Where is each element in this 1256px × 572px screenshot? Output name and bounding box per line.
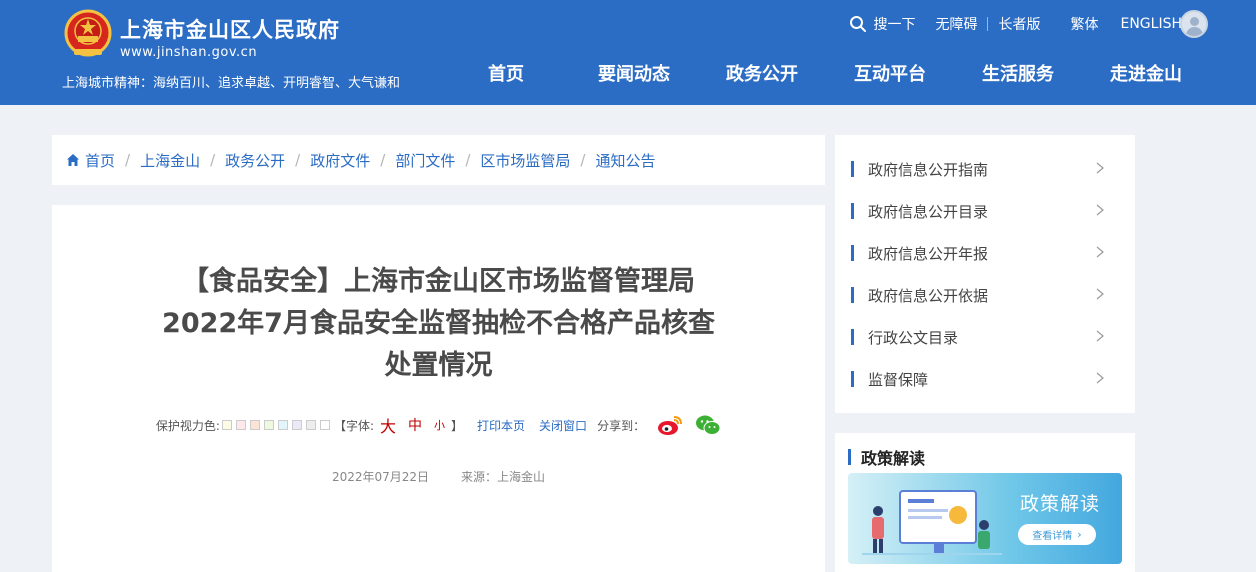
eye-care-swatch[interactable] [291, 420, 302, 430]
accent-bar [851, 287, 854, 303]
accent-bar [851, 245, 854, 261]
eye-care-swatches [221, 420, 330, 430]
sidebar-item-label: 监督保障 [868, 370, 929, 389]
breadcrumb-shanghai-jinshan[interactable]: 上海金山 [140, 150, 200, 171]
search-link[interactable]: 搜一下 [849, 14, 915, 34]
policy-illustration [862, 490, 1002, 555]
print-page-link[interactable]: 打印本页 [477, 417, 525, 434]
sidebar-item-label: 行政公文目录 [868, 328, 959, 347]
arrow-right-icon: › [1077, 528, 1082, 541]
policy-interpretation-banner[interactable]: 政策解读 查看详情 › [848, 473, 1122, 564]
nav-government-affairs[interactable]: 政务公开 [698, 60, 826, 86]
english-link[interactable]: ENGLISH [1120, 16, 1182, 32]
accent-bar [851, 371, 854, 387]
nav-life-services[interactable]: 生活服务 [954, 60, 1082, 86]
font-size-open: 【字体: [333, 418, 374, 433]
sidebar-item-label: 政府信息公开年报 [868, 244, 989, 263]
eye-care-swatch[interactable] [277, 420, 288, 430]
breadcrumb: 首页 / 上海金山 / 政务公开 / 政府文件 / 部门文件 / 区市场监管局 … [52, 135, 825, 185]
banner-title: 政策解读 [1020, 493, 1101, 515]
eye-care-swatch[interactable] [319, 420, 330, 430]
breadcrumb-government-affairs[interactable]: 政务公开 [225, 150, 285, 171]
chevron-right-icon [1096, 162, 1104, 174]
view-details-button[interactable]: 查看详情 › [1018, 524, 1096, 545]
elder-version-link[interactable]: 长者版 [998, 14, 1040, 34]
sidebar-item-label: 政府信息公开指南 [868, 160, 989, 179]
nav-interaction[interactable]: 互动平台 [826, 60, 954, 86]
breadcrumb-government-documents[interactable]: 政府文件 [310, 150, 370, 171]
breadcrumb-department-documents[interactable]: 部门文件 [395, 150, 455, 171]
accent-bar [848, 449, 851, 465]
search-link-label: 搜一下 [873, 17, 916, 33]
font-size-close: 】 [451, 418, 464, 433]
close-window-link[interactable]: 关闭窗口 [539, 417, 587, 434]
sidebar-item-disclosure-guide[interactable]: 政府信息公开指南 [835, 148, 1135, 190]
accent-bar [851, 161, 854, 177]
nav-news[interactable]: 要闻动态 [570, 60, 698, 86]
sidebar-item-official-documents[interactable]: 行政公文目录 [835, 316, 1135, 358]
search-icon [850, 16, 867, 32]
national-emblem-icon[interactable] [64, 9, 112, 59]
weibo-icon[interactable] [657, 414, 683, 436]
chevron-right-icon [1096, 288, 1104, 300]
chevron-right-icon [1096, 330, 1104, 342]
article-panel: 【食品安全】上海市金山区市场监督管理局2022年7月食品安全监督抽检不合格产品核… [52, 205, 825, 572]
view-details-label: 查看详情 [1032, 531, 1073, 542]
breadcrumb-separator: / [125, 151, 131, 169]
chevron-right-icon [1096, 372, 1104, 384]
eye-care-label: 保护视力色: [155, 418, 220, 433]
eye-care-swatch[interactable] [305, 420, 316, 430]
chevron-right-icon [1096, 246, 1104, 258]
traditional-chinese-link[interactable]: 繁体 [1070, 14, 1098, 34]
breadcrumb-separator: / [465, 151, 471, 169]
breadcrumb-separator: / [210, 151, 216, 169]
font-size-medium[interactable]: 中 [408, 415, 422, 435]
policy-interpretation-panel: 政策解读 政策解读 查看详情 › [835, 433, 1135, 572]
font-size-large[interactable]: 大 [380, 413, 396, 437]
city-spirit-slogan: 上海城市精神：海纳百川、追求卓越、开明睿智、大气谦和 [62, 76, 401, 91]
breadcrumb-separator: / [380, 151, 386, 169]
site-title[interactable]: 上海市金山区人民政府 [120, 14, 340, 44]
article-meta: 2022年07月22日 来源：上海金山 [52, 468, 825, 485]
site-header: 上海市金山区人民政府 www.jinshan.gov.cn 上海城市精神：海纳百… [0, 0, 1256, 105]
divider [987, 17, 989, 31]
sidebar-menu: 政府信息公开指南 政府信息公开目录 政府信息公开年报 政府信息公开依据 行政公文… [835, 135, 1135, 413]
sidebar-item-supervision[interactable]: 监督保障 [835, 358, 1135, 400]
main-nav: 首页 要闻动态 政务公开 互动平台 生活服务 走进金山 [442, 60, 1210, 86]
nav-home[interactable]: 首页 [442, 60, 570, 86]
sidebar-item-annual-report[interactable]: 政府信息公开年报 [835, 232, 1135, 274]
breadcrumb-home[interactable]: 首页 [85, 150, 115, 171]
chevron-right-icon [1096, 204, 1104, 216]
breadcrumb-separator: / [295, 151, 301, 169]
article-toolbar: 保护视力色: 【字体: 大 中 小 】 打印本页 关闭窗口 分享到： [52, 413, 825, 437]
article-title: 【食品安全】上海市金山区市场监督管理局2022年7月食品安全监督抽检不合格产品核… [162, 266, 715, 381]
eye-care-swatch[interactable] [263, 420, 274, 430]
top-utility-links: 搜一下 无障碍 长者版 繁体 ENGLISH [849, 10, 1208, 38]
sidebar-item-disclosure-catalog[interactable]: 政府信息公开目录 [835, 190, 1135, 232]
article-source: 来源：上海金山 [461, 470, 546, 484]
breadcrumb-market-supervision-bureau[interactable]: 区市场监管局 [480, 150, 570, 171]
nav-about-jinshan[interactable]: 走进金山 [1082, 60, 1210, 86]
policy-heading-label: 政策解读 [861, 449, 926, 468]
site-domain: www.jinshan.gov.cn [120, 45, 258, 60]
accent-bar [851, 329, 854, 345]
policy-heading: 政策解读 [848, 445, 925, 469]
eye-care-swatch[interactable] [249, 420, 260, 430]
sidebar-item-disclosure-basis[interactable]: 政府信息公开依据 [835, 274, 1135, 316]
eye-care-swatch[interactable] [235, 420, 246, 430]
home-icon [67, 154, 79, 166]
sidebar-item-label: 政府信息公开目录 [868, 202, 989, 221]
wechat-icon[interactable] [695, 414, 721, 436]
user-avatar-icon[interactable] [1180, 10, 1208, 38]
accessibility-link[interactable]: 无障碍 [935, 14, 977, 34]
breadcrumb-separator: / [580, 151, 586, 169]
publish-date: 2022年07月22日 [331, 470, 430, 484]
eye-care-swatch[interactable] [221, 420, 232, 430]
accent-bar [851, 203, 854, 219]
share-label: 分享到： [597, 418, 646, 433]
font-size-small[interactable]: 小 [434, 417, 445, 433]
breadcrumb-notices[interactable]: 通知公告 [595, 150, 655, 171]
sidebar-item-label: 政府信息公开依据 [868, 286, 989, 305]
